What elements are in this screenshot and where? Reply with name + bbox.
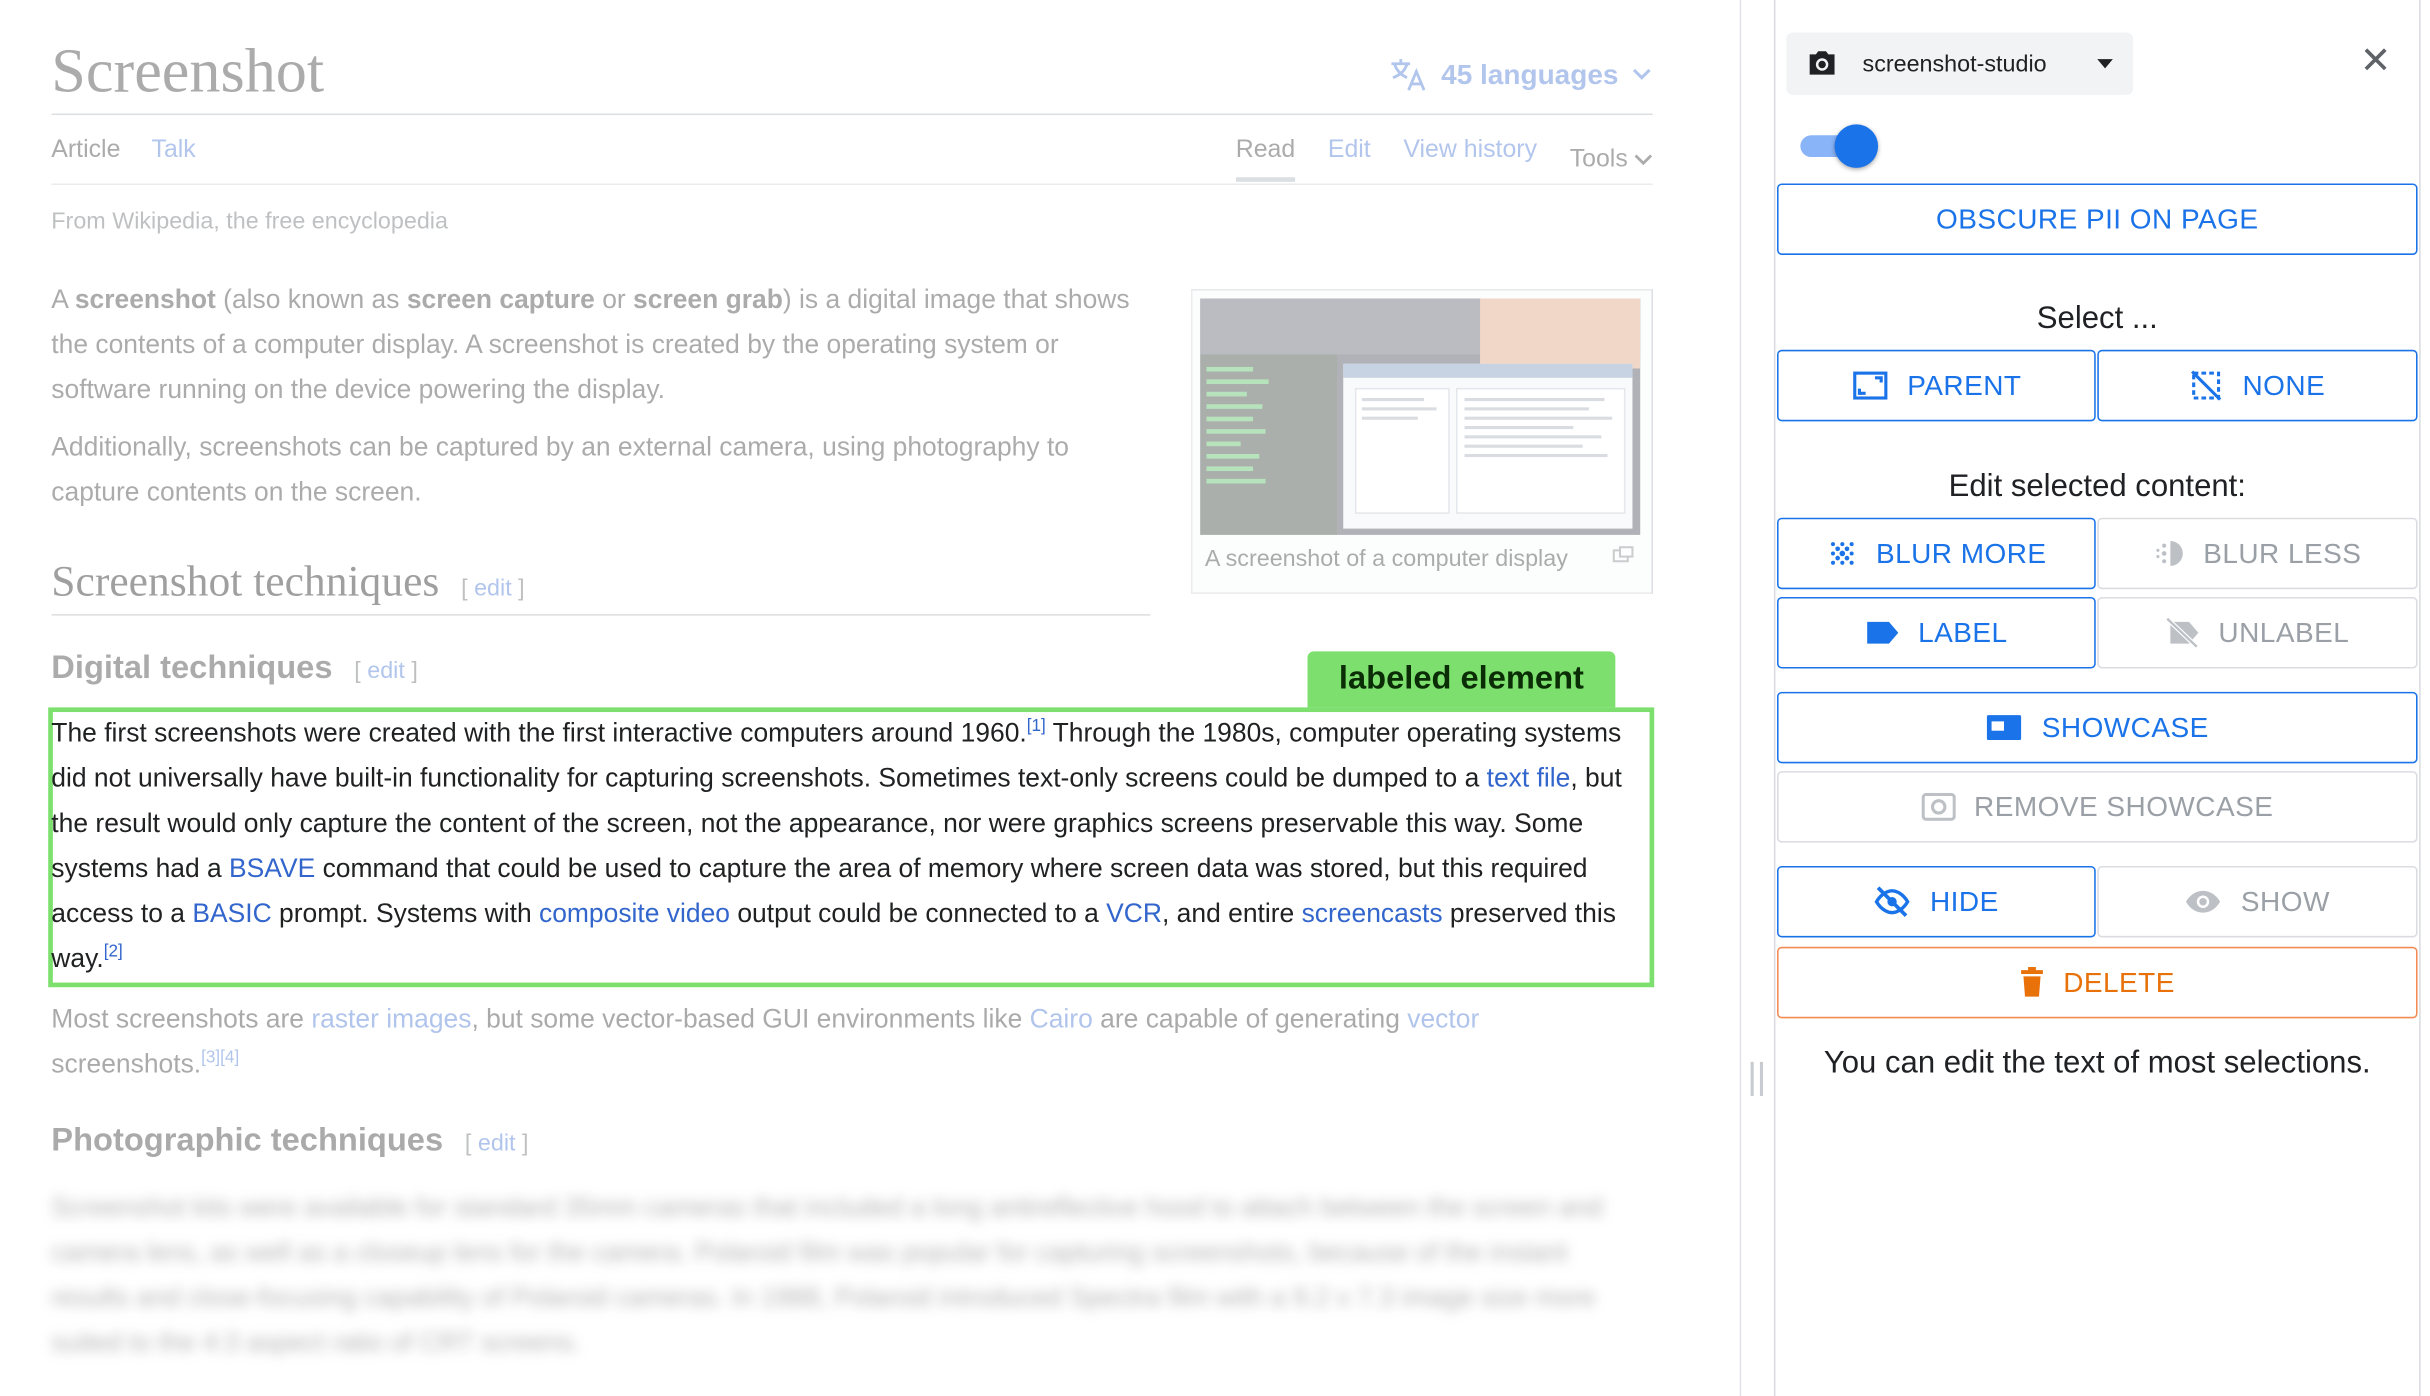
section-divider xyxy=(51,614,1151,616)
select-parent-button[interactable]: PARENT xyxy=(1777,349,2096,422)
thumbnail-image[interactable] xyxy=(1200,298,1641,535)
tools-label: Tools xyxy=(1569,145,1628,172)
link-composite-video[interactable]: composite video xyxy=(539,899,730,929)
link-raster-images[interactable]: raster images xyxy=(311,1004,471,1034)
link-bsave[interactable]: BSAVE xyxy=(229,854,315,884)
chevron-down-icon xyxy=(1632,68,1651,80)
extension-selector[interactable]: screenshot-studio xyxy=(1786,32,2134,95)
close-icon[interactable]: ✕ xyxy=(2360,43,2391,81)
link-vector[interactable]: vector xyxy=(1407,1004,1479,1034)
labeled-paragraph[interactable]: The first screenshots were created with … xyxy=(51,710,1637,981)
citation-link[interactable]: [2] xyxy=(104,943,123,962)
blurred-paragraph: Screenshot kits were available for stand… xyxy=(51,1192,1603,1358)
citation-link[interactable]: [3][4] xyxy=(201,1048,239,1067)
section-edit-link[interactable]: [ edit ] xyxy=(461,575,525,601)
split-divider xyxy=(1739,0,1742,1396)
show-button[interactable]: SHOW xyxy=(2097,865,2418,938)
view-tabs: Read Edit View history Tools xyxy=(1235,137,1653,182)
tagline: From Wikipedia, the free encyclopedia xyxy=(51,208,448,235)
edit-heading: Edit selected content: xyxy=(1948,469,2246,504)
subsection-heading-digital: Digital techniques[ edit ] xyxy=(51,649,418,686)
element-label-tag: labeled element xyxy=(1307,651,1616,708)
showcase-button[interactable]: SHOWCASE xyxy=(1777,691,2418,764)
link-text-file[interactable]: text file xyxy=(1487,763,1571,793)
blur-more-button[interactable]: BLUR MORE xyxy=(1777,517,2096,590)
tab-edit[interactable]: Edit xyxy=(1328,137,1371,182)
tab-read[interactable]: Read xyxy=(1235,137,1296,182)
translate-icon xyxy=(1391,59,1426,91)
select-heading: Select ... xyxy=(2036,301,2158,336)
toggle-knob xyxy=(1834,124,1879,168)
unlabel-button[interactable]: UNLABEL xyxy=(2097,597,2418,669)
link-vcr[interactable]: VCR xyxy=(1106,899,1162,929)
select-none-button[interactable]: NONE xyxy=(2097,349,2418,422)
delete-button[interactable]: DELETE xyxy=(1777,946,2418,1019)
deselect-icon xyxy=(2191,370,2222,401)
label-icon xyxy=(1866,621,1898,644)
extension-name: screenshot-studio xyxy=(1862,50,2047,77)
resize-handle[interactable] xyxy=(1750,1061,1764,1097)
namespace-tabs: Article Talk xyxy=(51,137,195,165)
eye-off-icon xyxy=(1875,886,1911,918)
languages-label: 45 languages xyxy=(1441,58,1619,90)
thumbnail-caption: A screenshot of a computer display xyxy=(1204,545,1568,573)
thumbnail[interactable]: A screenshot of a computer display xyxy=(1190,289,1653,594)
subsection-heading-photographic: Photographic techniques[ edit ] xyxy=(51,1122,529,1159)
blur-icon xyxy=(1830,542,1854,565)
extension-panel: screenshot-studio ✕ OBSCURE PII ON PAGE … xyxy=(1773,0,2421,1396)
hide-button[interactable]: HIDE xyxy=(1777,865,2096,938)
title-divider xyxy=(51,113,1653,116)
blur-less-button[interactable]: BLUR LESS xyxy=(2097,517,2418,590)
link-screencasts[interactable]: screencasts xyxy=(1302,899,1443,929)
chevron-down-icon xyxy=(1634,153,1653,165)
languages-button[interactable]: 45 languages xyxy=(1388,56,1652,93)
trash-icon xyxy=(2021,967,2043,997)
edit-hint: You can edit the text of most selections… xyxy=(1823,1046,2371,1081)
section-edit-link[interactable]: [ edit ] xyxy=(354,658,418,684)
showcase-icon xyxy=(1987,715,2022,741)
vector-paragraph: Most screenshots are raster images, but … xyxy=(51,1004,1480,1079)
label-button[interactable]: LABEL xyxy=(1777,597,2096,669)
select-parent-icon xyxy=(1852,371,1888,400)
tabs-divider xyxy=(51,183,1653,186)
tab-talk[interactable]: Talk xyxy=(152,137,196,165)
enable-toggle[interactable] xyxy=(1800,124,1879,168)
section-edit-link[interactable]: [ edit ] xyxy=(465,1130,529,1156)
link-cairo[interactable]: Cairo xyxy=(1030,1004,1093,1034)
obscure-pii-button[interactable]: OBSCURE PII ON PAGE xyxy=(1777,183,2418,255)
intro-paragraph-2: Additionally, screenshots can be capture… xyxy=(51,432,1070,507)
citation-link[interactable]: [1] xyxy=(1027,717,1046,736)
remove-showcase-icon xyxy=(1921,792,1956,821)
computer-display-image xyxy=(1200,298,1641,535)
tools-menu[interactable]: Tools xyxy=(1570,137,1653,182)
tab-article[interactable]: Article xyxy=(51,137,120,165)
link-basic[interactable]: BASIC xyxy=(192,899,271,929)
intro-paragraph: A screenshot (also known as screen captu… xyxy=(51,284,1130,405)
page-title: Screenshot xyxy=(51,35,325,106)
tab-view-history[interactable]: View history xyxy=(1403,137,1537,182)
dropdown-arrow-icon xyxy=(2097,59,2114,69)
camera-icon xyxy=(1809,51,1835,75)
eye-icon xyxy=(2186,890,2221,913)
section-heading-techniques: Screenshot techniques[ edit ] xyxy=(51,558,525,607)
blur-half-icon xyxy=(2156,541,2183,566)
remove-showcase-button[interactable]: REMOVE SHOWCASE xyxy=(1777,771,2418,843)
label-off-icon xyxy=(2165,617,2199,649)
enlarge-icon[interactable] xyxy=(1612,546,1634,565)
